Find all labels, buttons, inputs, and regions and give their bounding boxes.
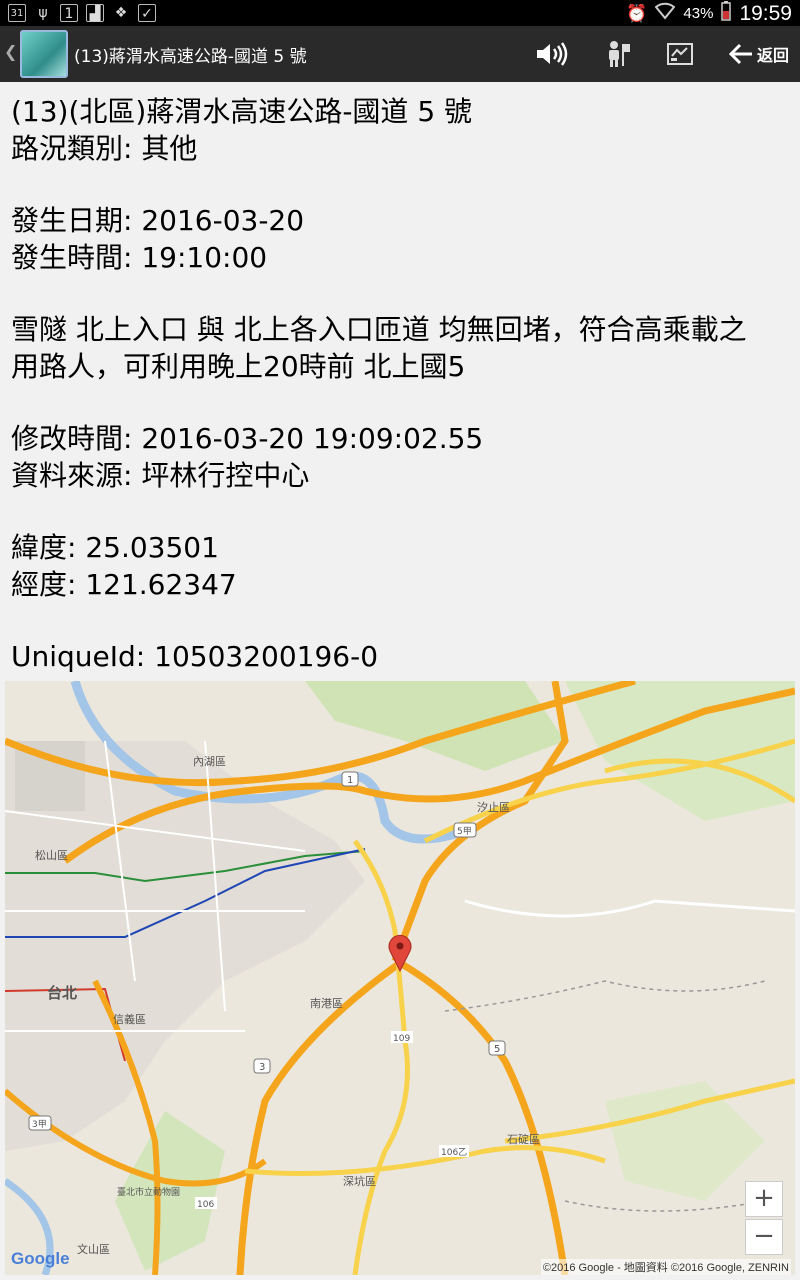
up-caret-icon[interactable]: ❮ <box>4 42 17 61</box>
label-xinyi: 信義區 <box>113 1012 146 1026</box>
back-arrow-icon <box>728 43 752 65</box>
image-icon: ▟ <box>86 4 104 22</box>
label-shenkeng: 深坑區 <box>343 1174 376 1188</box>
status-bar: 31 ψ 1 ▟ ❖ ✓ ⏰ 43% 19:59 <box>0 0 800 26</box>
back-button-label: 返回 <box>756 46 789 65</box>
dropbox-icon: ❖ <box>114 5 128 21</box>
battery-icon <box>721 1 732 26</box>
label-nangang: 南港區 <box>310 997 343 1010</box>
sim-icon: 1 <box>60 4 78 22</box>
clipboard-icon: ✓ <box>138 4 156 22</box>
page-title: (13)蔣渭水高速公路-國道 5 號 <box>74 47 307 67</box>
incident-description-line-1: 雪隧 北上入口 與 北上各入口匝道 均無回堵，符合高乘載之 <box>11 313 747 346</box>
incident-time: 發生時間: 19:10:00 <box>11 240 268 274</box>
svg-text:5甲: 5甲 <box>457 826 472 837</box>
svg-text:106乙: 106乙 <box>441 1147 467 1158</box>
battery-percent: 43% <box>683 5 714 22</box>
label-taipei: 台北 <box>47 984 77 1002</box>
route-106b-label: 106乙 <box>439 1145 469 1158</box>
usb-icon: ψ <box>38 5 48 21</box>
label-xizhi: 汐止區 <box>477 800 510 814</box>
longitude: 經度: 121.62347 <box>11 567 237 601</box>
volume-icon <box>537 42 568 66</box>
svg-text:1: 1 <box>347 775 353 786</box>
street-view-icon <box>609 41 630 67</box>
route-5b-shield: 5甲 <box>453 822 477 838</box>
clock: 19:59 <box>739 1 792 25</box>
status-bar-notifications: 31 ψ 1 ▟ ❖ ✓ <box>8 4 156 22</box>
map-view[interactable]: 內湖區 松山區 台北 信義區 南港區 汐止區 深坑區 石碇區 文山區 臺北市立動… <box>5 681 795 1275</box>
map-canvas[interactable]: 內湖區 松山區 台北 信義區 南港區 汐止區 深坑區 石碇區 文山區 臺北市立動… <box>5 681 795 1275</box>
map-view-icon <box>667 43 693 65</box>
back-button[interactable]: 返回 <box>726 34 792 74</box>
route-106-label: 106 <box>195 1197 217 1210</box>
street-view-button[interactable] <box>600 34 636 74</box>
incident-details: (13)(北區)蔣渭水高速公路-國道 5 號 路況類別: 其他 發生日期: 20… <box>11 94 791 676</box>
status-bar-system: ⏰ 43% 19:59 <box>626 1 792 26</box>
zoom-in-button[interactable]: + <box>745 1181 783 1217</box>
zoom-out-button[interactable]: − <box>745 1219 783 1255</box>
svg-text:109: 109 <box>393 1034 410 1044</box>
calendar-icon: 31 <box>8 4 26 22</box>
app-logo-icon[interactable] <box>20 30 68 78</box>
route-1-shield: 1 <box>341 771 359 787</box>
label-wenshan: 文山區 <box>77 1242 110 1256</box>
latitude: 緯度: 25.03501 <box>11 531 219 564</box>
volume-button[interactable] <box>532 34 572 74</box>
alarm-icon: ⏰ <box>626 3 648 23</box>
label-zoo: 臺北市立動物園 <box>117 1186 180 1198</box>
route-3-shield: 3 <box>253 1058 271 1074</box>
data-source: 資料來源: 坪林行控中心 <box>11 458 310 492</box>
incident-category: 路況類別: 其他 <box>11 131 198 165</box>
map-attribution: ©2016 Google - 地圖資料 ©2016 Google, ZENRIN <box>540 1259 791 1275</box>
incident-date: 發生日期: 2016-03-20 <box>11 204 305 237</box>
svg-text:106: 106 <box>197 1200 214 1210</box>
unique-id: UniqueId: 10503200196-0 <box>11 640 379 673</box>
route-109-label: 109 <box>391 1031 413 1044</box>
svg-text:3甲: 3甲 <box>32 1119 47 1130</box>
google-logo[interactable]: Google <box>11 1249 70 1269</box>
label-songshan: 松山區 <box>35 848 68 862</box>
label-shiding: 石碇區 <box>507 1132 540 1146</box>
svg-text:5: 5 <box>494 1044 500 1055</box>
incident-title: (13)(北區)蔣渭水高速公路-國道 5 號 <box>11 95 473 128</box>
incident-description-line-2: 用路人，可利用晚上20時前 北上國5 <box>11 349 466 383</box>
label-neihu: 內湖區 <box>193 755 226 768</box>
action-bar: ❮ (13)蔣渭水高速公路-國道 5 號 返回 <box>0 26 800 82</box>
map-view-button[interactable] <box>662 34 698 74</box>
svg-text:3: 3 <box>259 1062 265 1073</box>
modified-time: 修改時間: 2016-03-20 19:09:02.55 <box>11 422 484 455</box>
route-3b-shield: 3甲 <box>28 1115 52 1131</box>
wifi-icon <box>655 2 676 25</box>
route-5-shield: 5 <box>488 1040 506 1056</box>
